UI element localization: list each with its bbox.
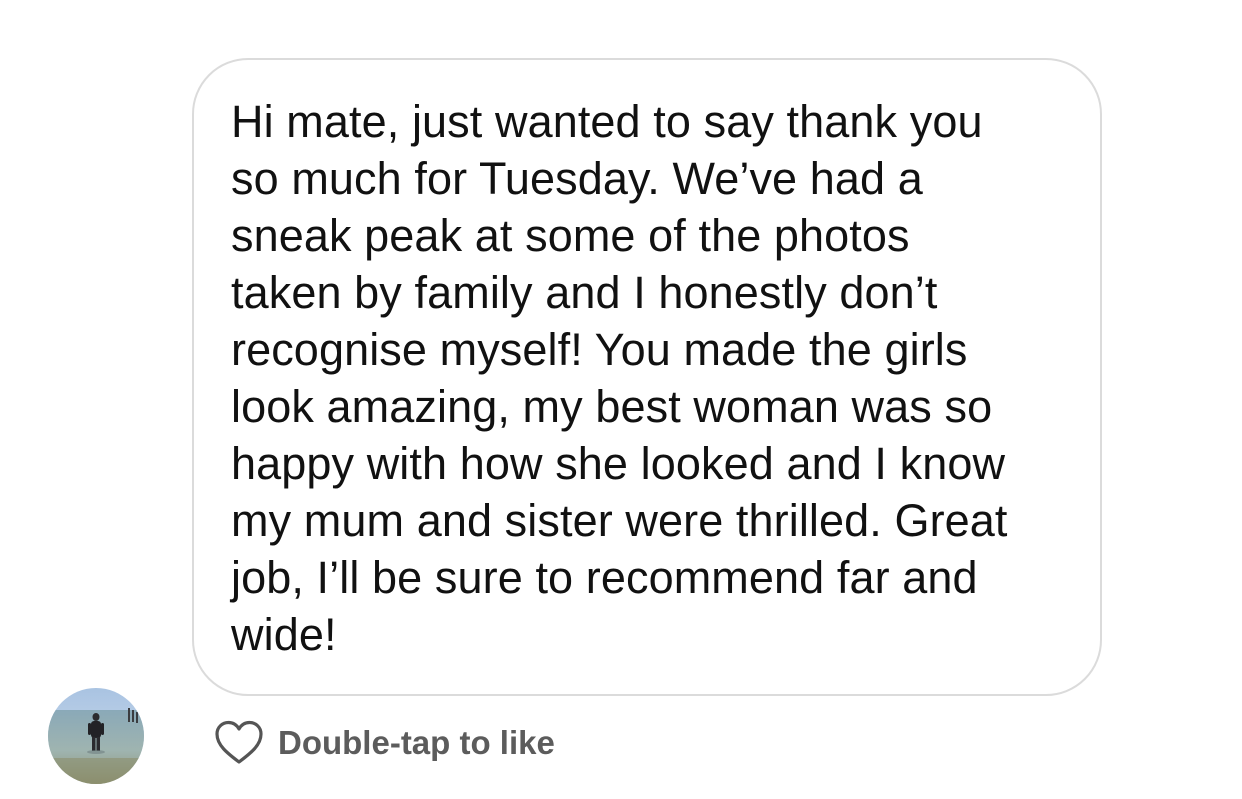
like-hint-label: Double-tap to like (278, 724, 555, 761)
message-line: my mum and sister were thrilled. Great (231, 495, 1008, 546)
message-line: look amazing, my best woman was so (231, 381, 993, 432)
avatar-photo (48, 688, 144, 784)
message-text: Hi mate, just wanted to say thank you so… (231, 93, 1064, 663)
heart-outline-icon[interactable] (214, 720, 264, 766)
message-line: so much for Tuesday. We’ve had a (231, 153, 923, 204)
message-line: sneak peak at some of the photos (231, 210, 910, 261)
double-tap-like-button[interactable]: Double-tap to like (214, 718, 555, 768)
dm-thread: Hi mate, just wanted to say thank you so… (0, 0, 1242, 799)
message-line: wide! (231, 609, 337, 660)
message-line: Hi mate, just wanted to say thank you (231, 96, 983, 147)
message-line: happy with how she looked and I know (231, 438, 1006, 489)
sender-avatar[interactable] (48, 688, 144, 784)
message-bubble[interactable]: Hi mate, just wanted to say thank you so… (192, 58, 1102, 696)
message-line: recognise myself! You made the girls (231, 324, 968, 375)
message-line: job, I’ll be sure to recommend far and (231, 552, 978, 603)
message-line: taken by family and I honestly don’t (231, 267, 938, 318)
